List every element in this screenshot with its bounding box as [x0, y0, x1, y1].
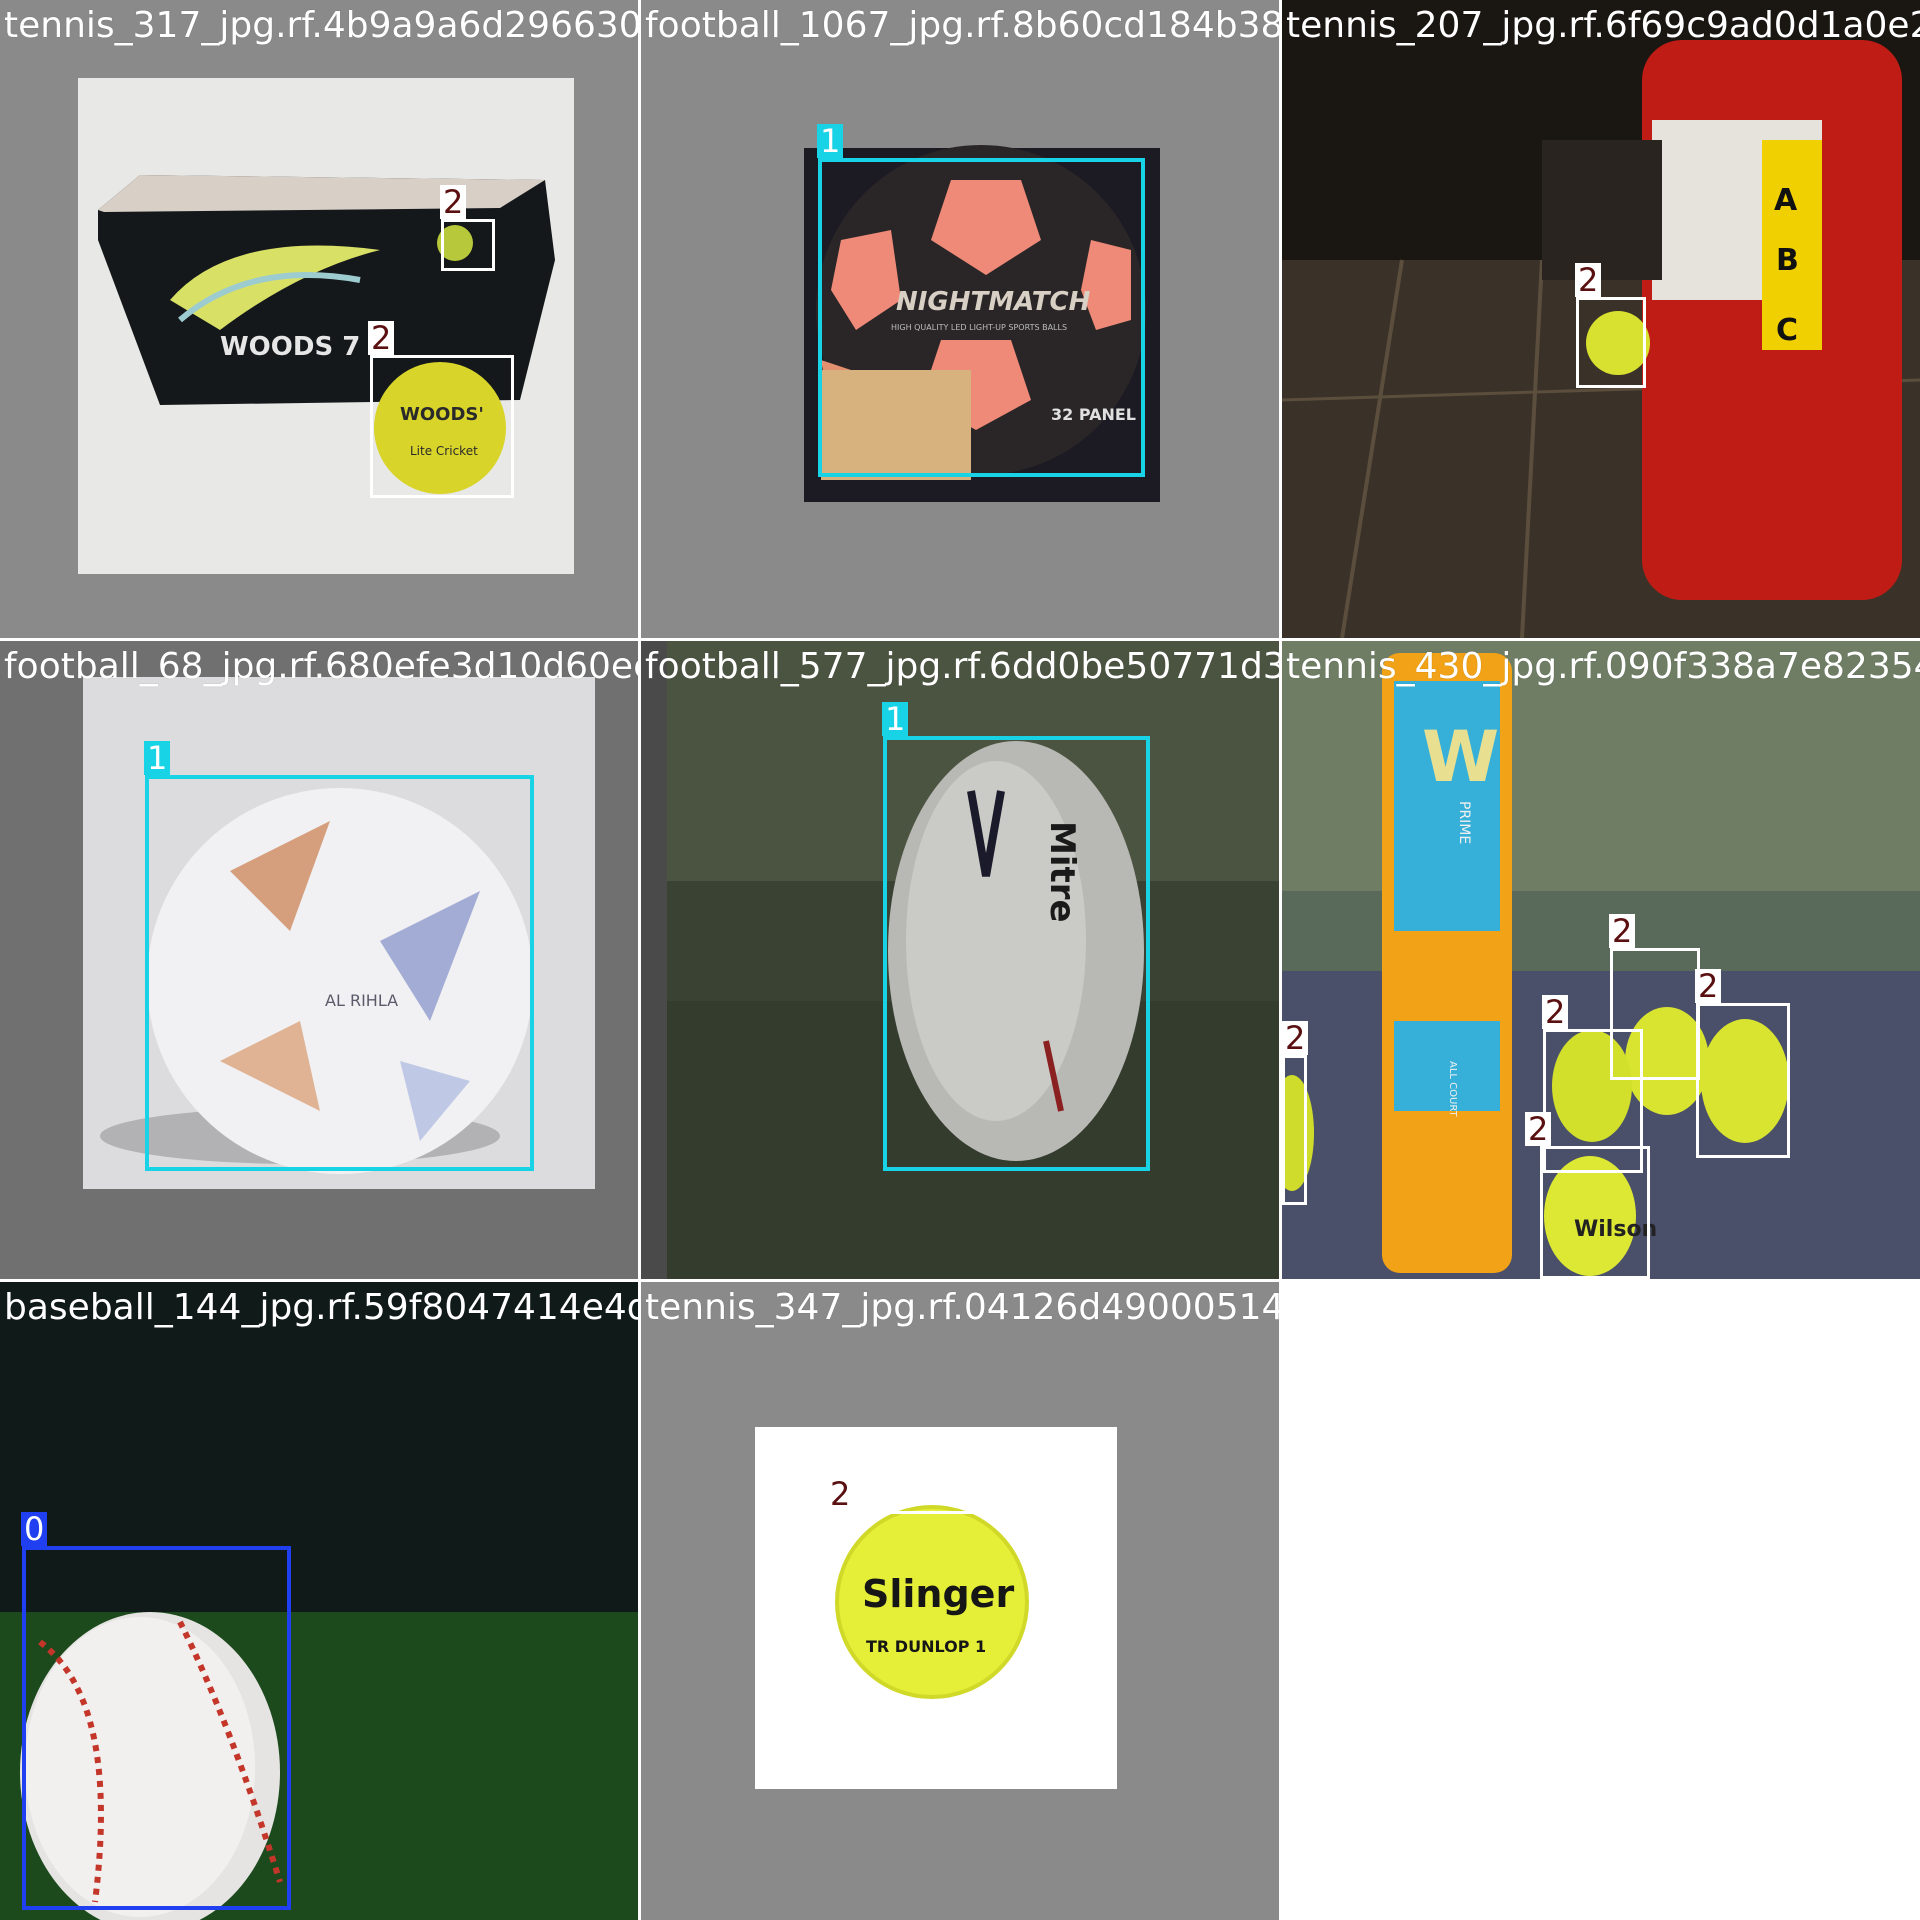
- bbox-class-1: [818, 158, 1145, 477]
- label-letter: A: [1774, 183, 1798, 218]
- bbox-label: 1: [882, 702, 909, 736]
- bbox-label: 2: [1609, 914, 1636, 948]
- bbox-class-2: [370, 355, 514, 498]
- bbox-label: 2: [1575, 263, 1602, 297]
- bbox-class-2: [1282, 1055, 1307, 1205]
- label-letter: C: [1776, 313, 1798, 348]
- bbox-class-2: [441, 219, 495, 271]
- bbox-class-2: [828, 1511, 1037, 1719]
- tile-football-577: Mitre 1 football_577_jpg.rf.6dd0be50771d…: [641, 641, 1279, 1279]
- can-logo-text: W: [1422, 716, 1499, 798]
- bbox-label: 2: [368, 321, 395, 355]
- tile-tennis-347: Slinger TR DUNLOP 1 2 tennis_347_jpg.rf.…: [641, 1282, 1279, 1920]
- tile-tennis-207: A B C 2 tennis_207_jpg.rf.6f69c9ad0d1a0e…: [1282, 0, 1920, 638]
- tile-football-68: AL RIHLA 1 football_68_jpg.rf.680efe3d10…: [0, 641, 638, 1279]
- tile-image: WOODS' WOODS 7 Lite Cricket: [0, 0, 638, 638]
- bbox-class-0: [22, 1546, 291, 1910]
- bbox-class-1: [883, 736, 1150, 1171]
- bbox-label: 2: [827, 1477, 854, 1511]
- bbox-label: 2: [1542, 995, 1569, 1029]
- box-print-text: WOODS 7: [220, 332, 360, 362]
- tile-football-1067: NIGHTMATCH HIGH QUALITY LED LIGHT-UP SPO…: [641, 0, 1279, 638]
- label-letter: B: [1776, 243, 1799, 278]
- bbox-class-2: [1576, 297, 1646, 388]
- bbox-class-2: [1540, 1146, 1650, 1279]
- annotation-mosaic-grid: WOODS' WOODS 7 Lite Cricket 2 2 tennis_3…: [0, 0, 1920, 1920]
- bbox-label: 2: [1695, 969, 1722, 1003]
- bbox-label: 2: [440, 185, 467, 219]
- tile-tennis-430: W PRIME ALL COURT Wilson 2 2 2 2 2 tenni…: [1282, 641, 1920, 1279]
- can-sub-text: ALL COURT: [1447, 1061, 1458, 1118]
- can-print-text: PRIME: [1456, 801, 1472, 844]
- bbox-class-2: [1696, 1003, 1790, 1158]
- tile-tennis-317: WOODS' WOODS 7 Lite Cricket 2 2 tennis_3…: [0, 0, 638, 638]
- bbox-label: 2: [1525, 1112, 1552, 1146]
- bbox-label: 2: [1282, 1021, 1309, 1055]
- tile-baseball-144: 0 baseball_144_jpg.rf.59f8047414e4d73e6d…: [0, 1282, 638, 1920]
- bbox-label: 1: [144, 741, 171, 775]
- bbox-label: 1: [817, 124, 844, 158]
- bbox-label: 0: [21, 1512, 48, 1546]
- bbox-class-1: [145, 775, 534, 1171]
